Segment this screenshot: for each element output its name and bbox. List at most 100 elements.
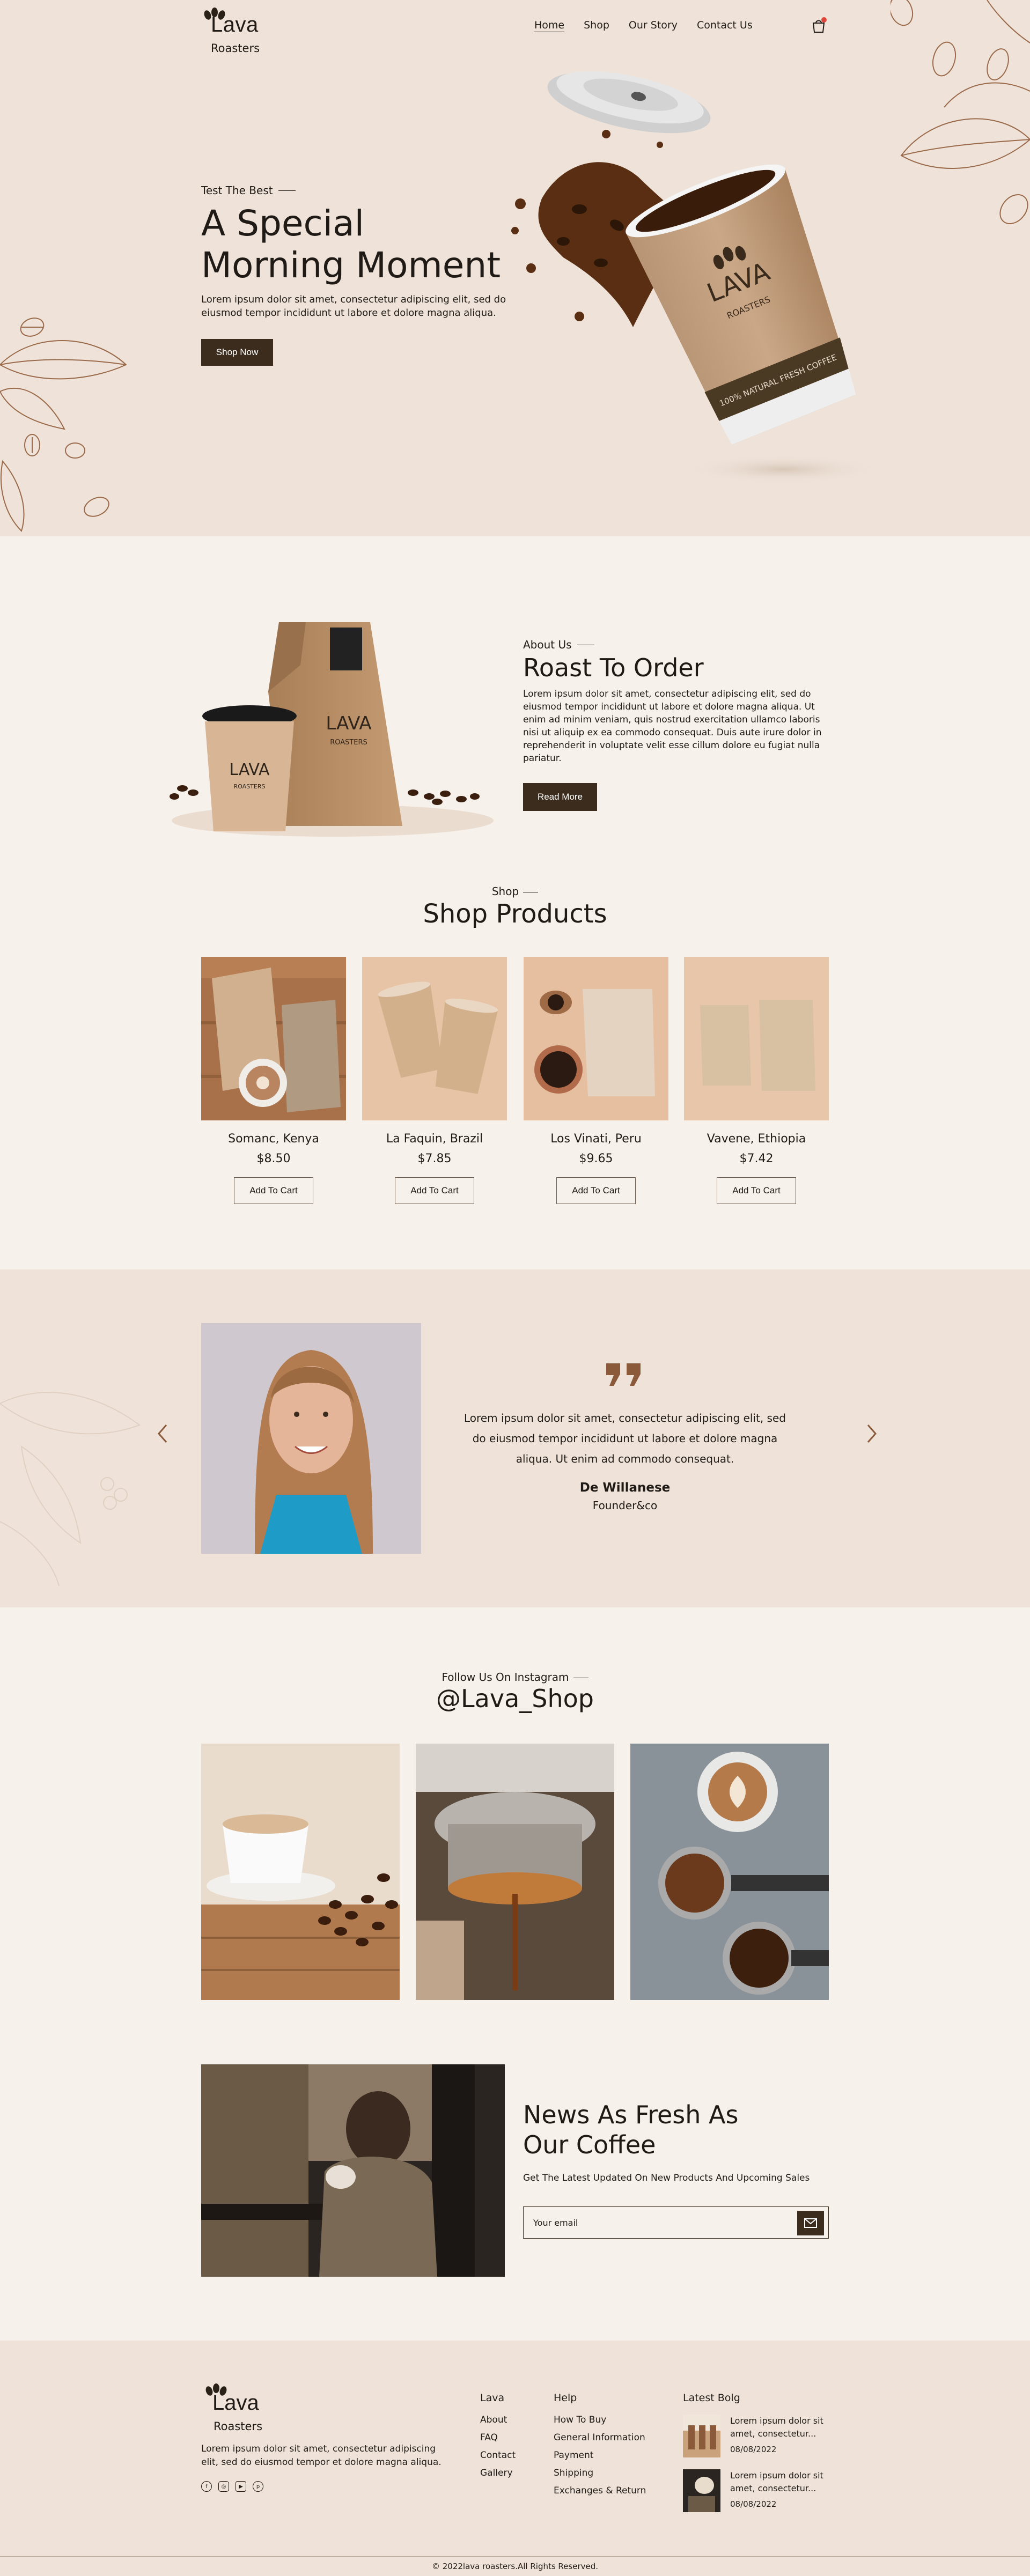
footer-column-help: Help How To Buy General Information Paym…: [554, 2392, 646, 2503]
product-card: La Faquin, Brazil $7.85 Add To Cart: [362, 957, 507, 1204]
nav-contact-us[interactable]: Contact Us: [697, 19, 753, 31]
coffee-branch-decoration: [0, 1392, 141, 1586]
product-name: Vavene, Ethiopia: [707, 1132, 806, 1146]
hero-coffee-cup-image: LAVA ROASTERS 100% NATURAL FRESH COFFEE: [511, 71, 885, 484]
about-text: Lorem ipsum dolor sit amet, consectetur …: [523, 689, 822, 764]
about-cup-sub-text: ROASTERS: [234, 783, 266, 790]
instagram-photo[interactable]: [201, 1744, 400, 2000]
testimonial-name: De Willanese: [579, 1481, 671, 1495]
shop-eyebrow-text: Shop: [491, 885, 519, 898]
cart-badge: [821, 17, 827, 23]
logo-sub: Roasters: [211, 42, 260, 55]
coffee-leaves-left-decoration: [0, 318, 127, 532]
footer-logo[interactable]: Lava Roasters: [204, 2382, 268, 2433]
chevron-right-icon[interactable]: [865, 1423, 879, 1444]
chevron-left-icon[interactable]: [156, 1423, 170, 1444]
footer-link-exchanges[interactable]: Exchanges & Return: [554, 2485, 646, 2496]
about-title: Roast To Order: [523, 653, 704, 682]
quote-icon: [606, 1363, 641, 1386]
footer-link-contact[interactable]: Contact: [480, 2450, 516, 2461]
blog-excerpt-line1: Lorem ipsum dolor sit: [730, 2470, 823, 2481]
product-card: Los Vinati, Peru $9.65 Add To Cart: [524, 957, 668, 1204]
testimonial-photo: [201, 1323, 421, 1554]
site-logo[interactable]: Lava Roasters: [201, 4, 266, 55]
shop-title: Shop Products: [423, 899, 607, 929]
social-links: f ◎ ▶ p: [201, 2481, 263, 2492]
hero-title-line2: Morning Moment: [201, 245, 501, 286]
about-product-image: LAVA ROASTERS LAVA ROASTERS: [170, 622, 494, 837]
testimonial-section: Lorem ipsum dolor sit amet, consectetur …: [0, 1269, 1030, 1607]
envelope-icon: [804, 2218, 817, 2228]
pinterest-icon[interactable]: p: [253, 2481, 263, 2492]
newsletter-image: [201, 2064, 505, 2277]
blog-excerpt-line2: amet, consectetur...: [730, 2429, 816, 2439]
blog-date: 08/08/2022: [730, 2445, 777, 2454]
blog-thumbnail: [683, 2415, 720, 2457]
footer-link-how-to-buy[interactable]: How To Buy: [554, 2415, 646, 2425]
product-price: $8.50: [256, 1152, 291, 1165]
shop-now-button[interactable]: Shop Now: [201, 339, 273, 366]
email-input[interactable]: [533, 2215, 791, 2231]
product-card: Somanc, Kenya $8.50 Add To Cart: [201, 957, 346, 1204]
subscribe-button[interactable]: [797, 2211, 824, 2235]
testimonial-role: Founder&co: [592, 1499, 658, 1512]
footer-link-payment[interactable]: Payment: [554, 2450, 646, 2461]
footer-logo-sub: Roasters: [214, 2420, 263, 2433]
hero-text: Lorem ipsum dolor sit amet, consectetur …: [201, 294, 506, 319]
product-name: Somanc, Kenya: [228, 1132, 319, 1146]
footer-divider: [0, 2556, 1030, 2557]
bag-brand-text: LAVA: [326, 713, 371, 734]
product-price: $7.85: [417, 1152, 452, 1165]
add-to-cart-button[interactable]: Add To Cart: [395, 1177, 474, 1204]
nav-our-story[interactable]: Our Story: [629, 19, 678, 31]
bag-sub-text: ROASTERS: [330, 739, 367, 747]
product-name: Los Vinati, Peru: [550, 1132, 642, 1146]
instagram-eyebrow: Follow Us On Instagram: [0, 1671, 1030, 1684]
instagram-handle: @Lava_Shop: [436, 1684, 594, 1713]
add-to-cart-button[interactable]: Add To Cart: [234, 1177, 313, 1204]
footer-link-shipping[interactable]: Shipping: [554, 2468, 646, 2478]
add-to-cart-button[interactable]: Add To Cart: [717, 1177, 796, 1204]
newsletter-subtitle: Get The Latest Updated On New Products A…: [523, 2173, 810, 2183]
product-image[interactable]: [201, 957, 346, 1120]
footer-link-about[interactable]: About: [480, 2415, 516, 2425]
site-header: Lava Roasters Home Shop Our Story Contac…: [0, 0, 1030, 55]
facebook-icon[interactable]: f: [201, 2481, 212, 2492]
blog-thumbnail: [683, 2469, 720, 2512]
product-card: Vavene, Ethiopia $7.42 Add To Cart: [684, 957, 829, 1204]
blog-excerpt-line2: amet, consectetur...: [730, 2483, 816, 2493]
footer-link-gallery[interactable]: Gallery: [480, 2468, 516, 2478]
footer-about-text: Lorem ipsum dolor sit amet, consectetur …: [201, 2444, 442, 2468]
product-price: $9.65: [579, 1152, 613, 1165]
newsletter-title-line1: News As Fresh As: [523, 2100, 739, 2129]
newsletter-title: News As Fresh As Our Coffee: [523, 2100, 791, 2160]
blog-excerpt: Lorem ipsum dolor sit amet, consectetur..…: [730, 2469, 837, 2495]
site-footer: Lava Roasters Lorem ipsum dolor sit amet…: [0, 2341, 1030, 2576]
hero-eyebrow-text: Test The Best: [201, 184, 273, 197]
about-eyebrow: About Us: [523, 638, 594, 651]
instagram-icon[interactable]: ◎: [218, 2481, 229, 2492]
main-nav: Home Shop Our Story Contact Us: [534, 19, 753, 31]
instagram-photo[interactable]: [630, 1744, 829, 2000]
nav-shop[interactable]: Shop: [584, 19, 609, 31]
newsletter-form: [523, 2206, 829, 2239]
youtube-icon[interactable]: ▶: [236, 2481, 246, 2492]
newsletter-title-line2: Our Coffee: [523, 2130, 656, 2159]
footer-link-general-information[interactable]: General Information: [554, 2432, 646, 2443]
add-to-cart-button[interactable]: Add To Cart: [556, 1177, 636, 1204]
nav-home[interactable]: Home: [534, 19, 564, 31]
product-image[interactable]: [524, 957, 668, 1120]
footer-logo-word: Lava: [212, 2391, 259, 2415]
product-image[interactable]: [684, 957, 829, 1120]
footer-column-lava: Lava About FAQ Contact Gallery: [480, 2392, 516, 2485]
product-image[interactable]: [362, 957, 507, 1120]
footer-column-title: Latest Bolg: [683, 2392, 740, 2404]
eyebrow-line: [278, 190, 296, 191]
cart-button[interactable]: [812, 17, 827, 34]
footer-link-faq[interactable]: FAQ: [480, 2432, 516, 2443]
blog-item[interactable]: Lorem ipsum dolor sit amet, consectetur..…: [683, 2469, 844, 2518]
blog-item[interactable]: Lorem ipsum dolor sit amet, consectetur..…: [683, 2415, 844, 2463]
instagram-photo[interactable]: [416, 1744, 614, 2000]
read-more-button[interactable]: Read More: [523, 783, 597, 811]
logo-word: Lava: [211, 13, 259, 36]
